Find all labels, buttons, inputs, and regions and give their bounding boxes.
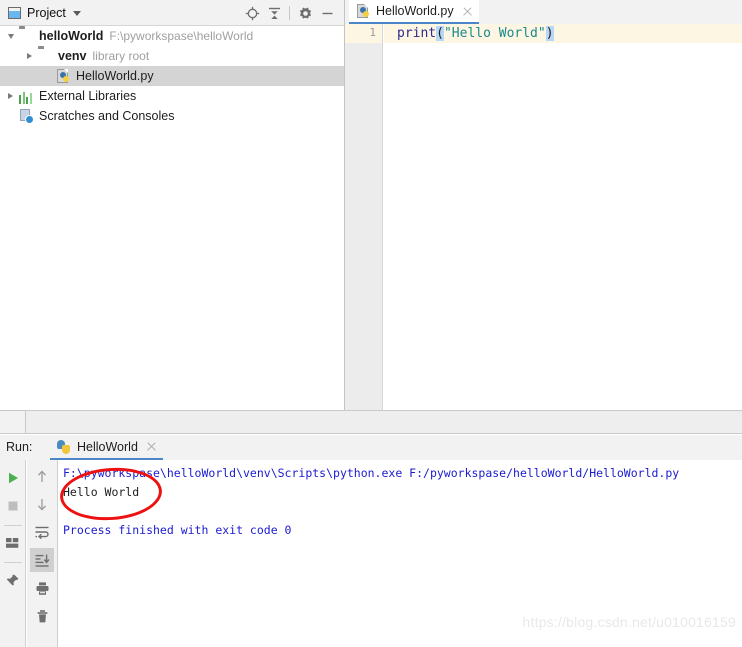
console-command-line: F:\pyworkspase\helloWorld\venv\Scripts\p…	[63, 466, 680, 480]
chevron-down-icon	[7, 33, 14, 39]
line-number: 1	[369, 26, 376, 39]
top-area: Project helloWorld F:\pyworkspase\helloW…	[0, 0, 742, 410]
minimize-button[interactable]	[316, 2, 338, 24]
tree-node-annotation: library root	[92, 49, 150, 63]
collapse-all-button[interactable]	[263, 2, 285, 24]
layout-icon	[6, 538, 19, 548]
project-title: Project	[27, 6, 66, 20]
run-button[interactable]	[1, 466, 25, 490]
project-panel-header: Project	[0, 0, 344, 26]
run-tab-label: HelloWorld	[77, 439, 138, 454]
python-file-icon	[56, 68, 72, 84]
project-title-group[interactable]: Project	[8, 0, 81, 26]
layout-button[interactable]	[1, 531, 25, 555]
editor-tab-bar: HelloWorld.py	[345, 0, 742, 24]
pin-button[interactable]	[1, 568, 25, 592]
expand-toggle[interactable]	[2, 26, 19, 46]
play-icon	[8, 472, 18, 484]
tree-node-scratches-and-consoles[interactable]: Scratches and Consoles	[0, 106, 344, 126]
chevron-right-icon	[8, 93, 13, 99]
close-icon[interactable]	[462, 6, 473, 17]
run-toolbar-secondary	[27, 460, 58, 647]
gear-icon	[299, 7, 311, 19]
console-exit-message: Process finished with exit code 0	[63, 523, 292, 537]
tree-node-path: F:\pyworkspase\helloWorld	[109, 29, 254, 43]
stop-icon	[8, 501, 17, 511]
folder-icon	[19, 28, 35, 44]
stop-button[interactable]	[1, 494, 25, 518]
folder-venv-icon	[38, 48, 54, 64]
tree-node-helloworld-py[interactable]: HelloWorld.py	[0, 66, 344, 86]
next-occurrence-button[interactable]	[30, 492, 54, 516]
scroll-to-end-button[interactable]	[30, 548, 54, 572]
python-file-icon	[356, 3, 372, 19]
tree-node-helloworld[interactable]: helloWorld F:\pyworkspase\helloWorld	[0, 26, 344, 46]
soft-wrap-icon	[35, 526, 49, 539]
pin-icon	[6, 574, 19, 586]
arrow-down-icon	[37, 498, 47, 511]
expand-toggle[interactable]	[21, 46, 38, 66]
minimize-icon	[322, 12, 332, 14]
chevron-right-icon	[27, 53, 32, 59]
toolbar-divider	[289, 6, 290, 20]
editor-gutter[interactable]: 1	[345, 24, 383, 410]
print-button[interactable]	[30, 576, 54, 600]
code-line-1[interactable]: print("Hello World")	[397, 26, 554, 41]
code-token-open-paren: (	[436, 26, 444, 41]
close-icon[interactable]	[146, 441, 157, 452]
tab-helloworld-py[interactable]: HelloWorld.py	[349, 0, 479, 24]
gutter-current-line	[345, 24, 382, 43]
toolbar-divider	[3, 525, 22, 526]
locate-icon	[245, 6, 259, 20]
console-program-output: Hello World	[63, 485, 140, 499]
tree-node-label: venv	[58, 49, 87, 63]
run-tab-helloworld[interactable]: HelloWorld	[50, 435, 163, 460]
soft-wrap-button[interactable]	[30, 520, 54, 544]
code-token-string: "Hello World"	[443, 26, 546, 41]
code-token-close-paren: )	[545, 26, 554, 41]
trash-icon	[37, 609, 47, 622]
tree-node-external-libraries[interactable]: External Libraries	[0, 86, 344, 106]
tree-node-venv[interactable]: venv library root	[0, 46, 344, 66]
prev-occurrence-button[interactable]	[30, 464, 54, 488]
settings-button[interactable]	[294, 2, 316, 24]
project-tree[interactable]: helloWorld F:\pyworkspase\helloWorld ven…	[0, 26, 344, 126]
tree-node-label: HelloWorld.py	[76, 69, 154, 83]
python-icon	[56, 439, 72, 455]
code-token-function: print	[397, 26, 437, 41]
status-strip-left-gutter	[0, 411, 26, 433]
tab-label: HelloWorld.py	[376, 4, 454, 18]
tree-node-label: External Libraries	[39, 89, 137, 103]
locate-button[interactable]	[241, 2, 263, 24]
run-toolbar-primary	[0, 460, 26, 647]
printer-icon	[36, 581, 48, 595]
chevron-down-icon[interactable]	[72, 10, 81, 16]
toolbar-divider	[3, 562, 22, 563]
editor-area: HelloWorld.py 1 print("Hello World")	[345, 0, 742, 410]
project-header-actions	[241, 0, 338, 26]
project-tool-window: Project helloWorld F:\pyworkspase\helloW…	[0, 0, 345, 410]
arrow-up-icon	[37, 469, 47, 482]
status-strip	[0, 410, 742, 434]
external-libraries-icon	[19, 88, 35, 104]
run-tab-bar: Run: HelloWorld	[0, 435, 742, 460]
editor-body[interactable]: 1 print("Hello World")	[345, 24, 742, 410]
scratches-icon	[19, 108, 35, 124]
expand-toggle[interactable]	[2, 86, 19, 106]
collapse-all-icon	[268, 7, 280, 19]
tree-node-label: Scratches and Consoles	[39, 109, 175, 123]
tree-node-label: helloWorld	[39, 29, 104, 43]
clear-all-button[interactable]	[30, 604, 54, 628]
run-label: Run:	[6, 440, 33, 454]
twisty-placeholder	[39, 66, 56, 86]
scroll-to-end-icon	[35, 554, 50, 567]
watermark-text: https://blog.csdn.net/u010016159	[522, 614, 736, 630]
project-window-icon	[8, 7, 21, 19]
